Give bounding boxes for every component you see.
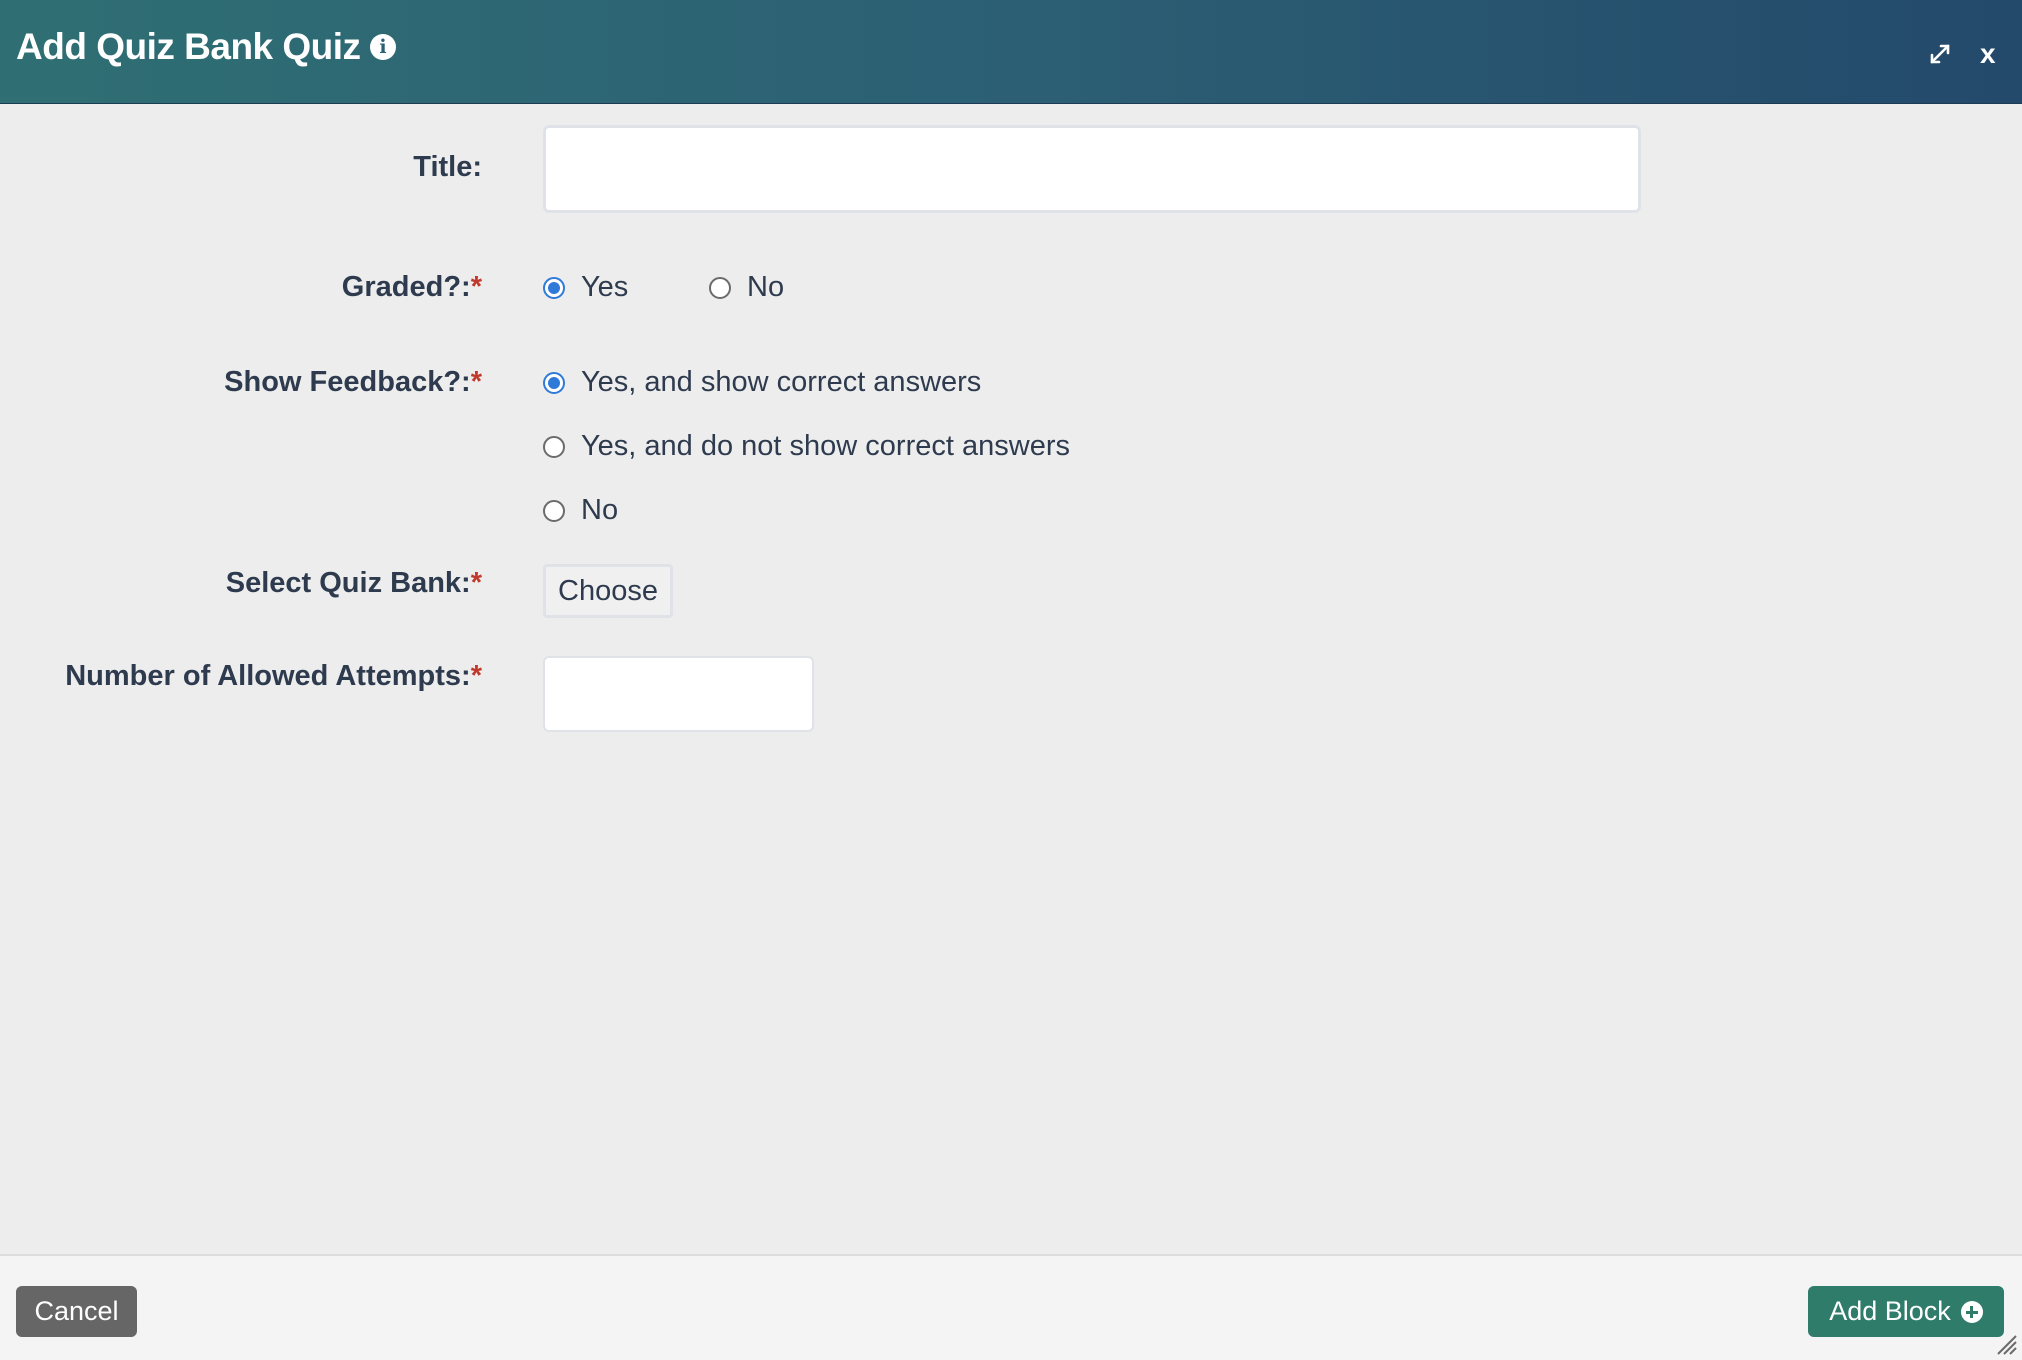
graded-option-label: Yes [581, 271, 629, 303]
allowed-attempts-label: Number of Allowed Attempts:* [65, 660, 482, 693]
close-icon[interactable]: x [1980, 38, 1996, 70]
feedback-option-label: No [581, 494, 619, 526]
feedback-option-show-correct[interactable]: Yes, and show correct answers [543, 366, 981, 399]
title-label-text: Title: [413, 151, 482, 183]
graded-option-yes[interactable]: Yes [543, 271, 628, 304]
cancel-button[interactable]: Cancel [16, 1286, 137, 1337]
add-block-button[interactable]: Add Block [1808, 1286, 2004, 1337]
feedback-option-hide-correct[interactable]: Yes, and do not show correct answers [543, 430, 1070, 463]
graded-option-label: No [747, 271, 785, 303]
show-feedback-label-text: Show Feedback?: [224, 366, 471, 398]
required-mark: * [470, 366, 482, 398]
show-feedback-label: Show Feedback?:* [224, 366, 482, 399]
radio-button-checked[interactable] [543, 371, 565, 394]
dialog-titlebar[interactable]: Add Quiz Bank Quiz i x [0, 0, 2022, 104]
required-mark: * [470, 271, 482, 303]
choose-quiz-bank-button[interactable]: Choose [543, 564, 673, 618]
add-quiz-bank-quiz-dialog: Add Quiz Bank Quiz i x Title: Graded?:* … [0, 0, 2022, 1360]
plus-circle-icon [1960, 1300, 1983, 1323]
allowed-attempts-input[interactable] [543, 656, 814, 732]
allowed-attempts-label-text: Number of Allowed Attempts: [65, 660, 471, 692]
radio-button-checked[interactable] [543, 276, 565, 299]
radio-button[interactable] [543, 499, 565, 522]
feedback-option-label: Yes, and do not show correct answers [581, 430, 1070, 462]
graded-label: Graded?:* [342, 271, 482, 304]
select-quiz-bank-label-text: Select Quiz Bank: [225, 567, 471, 599]
required-mark: * [470, 567, 482, 599]
feedback-option-label: Yes, and show correct answers [581, 366, 982, 398]
dialog-footer: Cancel Add Block [0, 1254, 2022, 1360]
radio-button[interactable] [709, 276, 731, 299]
title-label: Title: [413, 151, 482, 184]
title-input[interactable] [543, 125, 1641, 213]
graded-option-no[interactable]: No [709, 271, 784, 304]
expand-icon[interactable] [1926, 40, 1954, 68]
radio-button[interactable] [543, 435, 565, 458]
feedback-option-no[interactable]: No [543, 494, 618, 527]
required-mark: * [470, 660, 482, 692]
resize-handle-icon[interactable] [1994, 1332, 2018, 1356]
graded-label-text: Graded?: [341, 271, 471, 303]
info-icon[interactable]: i [370, 34, 396, 60]
dialog-title: Add Quiz Bank Quiz [16, 26, 361, 67]
select-quiz-bank-label: Select Quiz Bank:* [226, 567, 482, 600]
add-block-label: Add Block [1829, 1296, 1951, 1326]
